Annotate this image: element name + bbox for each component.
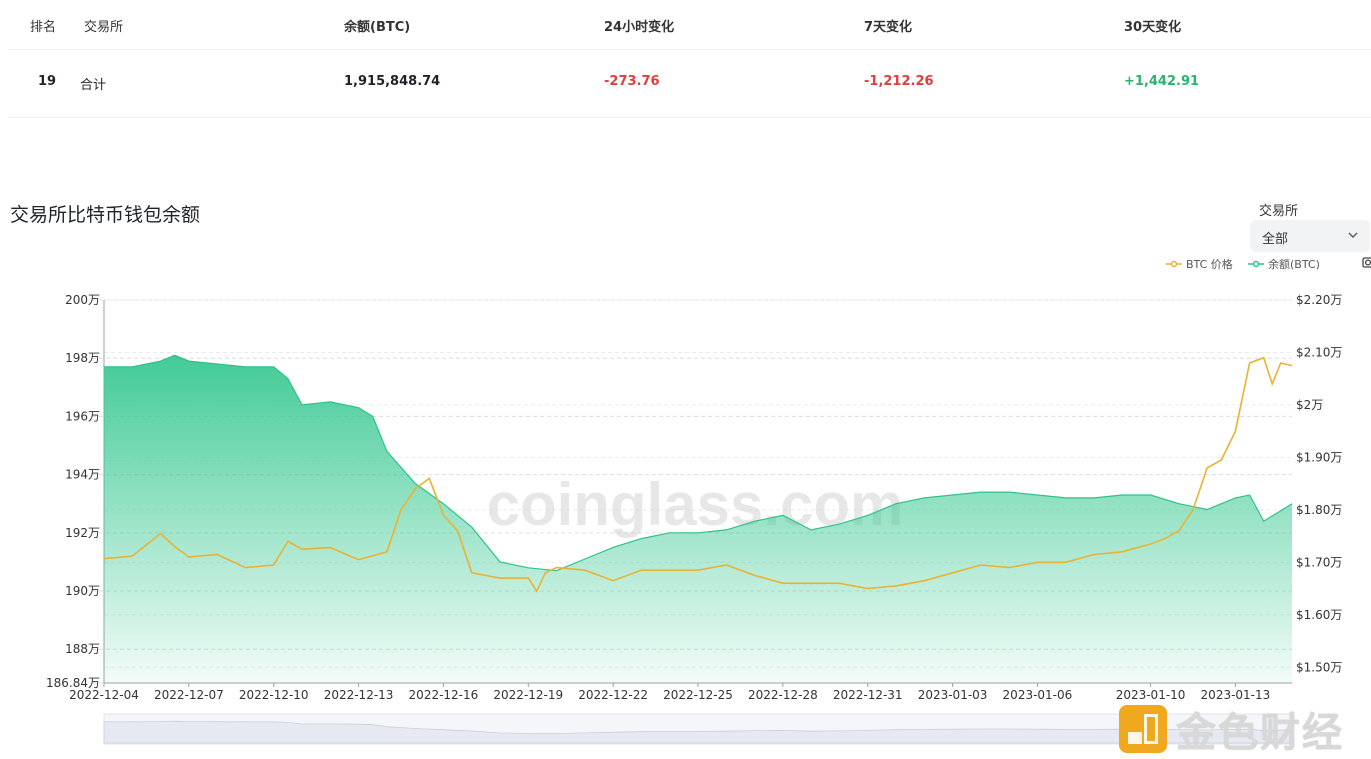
right-axis: $2.20万 $2.10万 $2万 $1.90万 $1.80万 $1.70万 $1.60万 $… [1296,293,1342,674]
header-change-30d[interactable]: 30天变化 [1124,16,1181,35]
x-tick-label: 2022-12-19 [493,688,563,702]
x-tick-label: 2023-01-03 [918,688,988,702]
x-tick-label: 2023-01-06 [1003,688,1073,702]
right-tick-label: $1.50万 [1296,660,1342,674]
header-exchange[interactable]: 交易所 [84,16,123,35]
brand-logo-icon [1119,705,1167,753]
right-tick-label: $1.80万 [1296,503,1342,517]
table-row[interactable]: 19 合计 1,915,848.74 -273.76 -1,212.26 +1,… [8,50,1371,118]
left-tick-label: 198万 [65,351,100,365]
row-change-30d: +1,442.91 [1124,74,1200,89]
brand-name: 金色财经 [1176,710,1344,756]
x-tick-label: 2022-12-25 [663,688,733,702]
x-tick-label: 2022-12-07 [154,688,224,702]
left-tick-label: 188万 [65,642,100,656]
right-tick-label: $1.70万 [1296,555,1342,569]
right-tick-label: $2万 [1296,398,1323,412]
x-tick-label: 2022-12-31 [833,688,903,702]
header-change-7d[interactable]: 7天变化 [864,16,912,35]
x-axis: 2022-12-04 2022-12-07 2022-12-10 2022-12-13… [69,683,1270,702]
row-balance: 1,915,848.74 [344,74,441,89]
x-tick-label: 2022-12-04 [69,688,139,702]
left-tick-label: 200万 [65,293,100,307]
exchange-balance-table: 排名 交易所 余额(BTC) 24小时变化 7天变化 30天变化 19 合计 1… [8,0,1371,118]
x-tick-label: 2022-12-28 [748,688,818,702]
legend-price-label: BTC 价格 [1186,258,1233,271]
header-rank[interactable]: 排名 [30,16,56,35]
x-tick-label: 2022-12-22 [578,688,648,702]
row-exchange: 合计 [80,78,107,93]
left-tick-label: 194万 [65,468,100,482]
right-tick-label: $2.20万 [1296,293,1342,307]
exchange-select[interactable]: 全部 [1250,220,1370,252]
right-tick-label: $2.10万 [1296,345,1342,359]
right-tick-label: $1.90万 [1296,450,1342,464]
x-tick-label: 2022-12-16 [409,688,479,702]
row-change-24h: -273.76 [604,74,660,89]
left-tick-label: 196万 [65,409,100,423]
x-tick-label: 2022-12-13 [324,688,394,702]
legend-balance-marker [1248,260,1264,268]
header-change-24h[interactable]: 24小时变化 [604,16,674,35]
left-tick-label: 192万 [65,526,100,540]
left-axis: 200万198万196万194万192万190万188万186.84万 [46,293,100,690]
exchange-filter-label: 交易所 [1259,204,1299,219]
balance-price-chart[interactable]: coinglass.com 200万198万196万194万192万190万18… [0,280,1371,750]
right-tick-label: $1.60万 [1296,608,1342,622]
exchange-select-value: 全部 [1262,232,1289,247]
left-tick-label: 190万 [65,584,100,598]
legend-item-balance[interactable]: 余额(BTC) [1248,256,1320,272]
zoom-slider[interactable] [103,713,1293,745]
header-balance[interactable]: 余额(BTC) [344,16,410,35]
x-tick-label: 2022-12-10 [239,688,309,702]
camera-icon[interactable] [1362,255,1371,269]
row-change-7d: -1,212.26 [864,74,934,89]
table-header: 排名 交易所 余额(BTC) 24小时变化 7天变化 30天变化 [8,0,1371,50]
brand-watermark: 金色财经 [1118,700,1344,758]
chart-title: 交易所比特币钱包余额 [10,204,201,226]
row-rank: 19 [38,74,57,89]
legend-item-price[interactable]: BTC 价格 [1166,256,1233,272]
legend-balance-label: 余额(BTC) [1268,258,1320,271]
chevron-down-icon [1348,232,1358,238]
legend-price-marker [1166,260,1182,268]
